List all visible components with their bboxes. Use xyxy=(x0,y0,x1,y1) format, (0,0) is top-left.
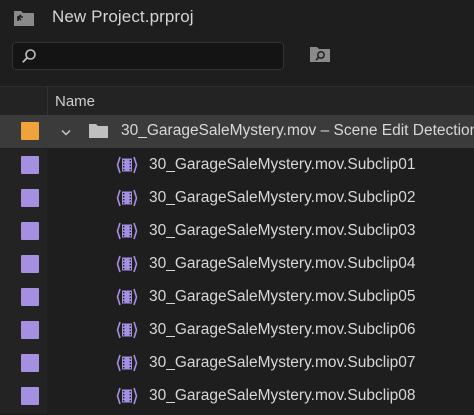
label-cell xyxy=(0,215,47,248)
subclip-row[interactable]: 30_GarageSaleMystery.mov.Subclip05 xyxy=(0,281,474,314)
search-icon xyxy=(21,48,37,64)
label-cell xyxy=(0,182,47,215)
label-cell xyxy=(0,115,47,148)
label-cell xyxy=(0,347,47,380)
label-cell xyxy=(0,380,47,413)
clip-label-swatch[interactable] xyxy=(21,354,39,372)
subclip-icon xyxy=(116,320,138,340)
project-panel: New Project.prproj Name 30_GarageSaleMys… xyxy=(0,0,474,415)
subclip-name: 30_GarageSaleMystery.mov.Subclip01 xyxy=(149,156,416,173)
bin-folder-row[interactable]: 30_GarageSaleMystery.mov – Scene Edit De… xyxy=(0,115,474,148)
clip-label-swatch[interactable] xyxy=(21,156,39,174)
column-header-row: Name xyxy=(0,86,474,115)
subclip-row[interactable]: 30_GarageSaleMystery.mov.Subclip02 xyxy=(0,182,474,215)
chevron-down-icon[interactable] xyxy=(60,125,72,136)
navigate-up-icon[interactable] xyxy=(12,8,36,28)
clip-label-swatch[interactable] xyxy=(21,255,39,273)
subclip-name: 30_GarageSaleMystery.mov.Subclip08 xyxy=(149,387,416,404)
subclip-row[interactable]: 30_GarageSaleMystery.mov.Subclip01 xyxy=(0,149,474,182)
project-title: New Project.prproj xyxy=(52,7,194,26)
find-icon[interactable] xyxy=(309,44,331,64)
subclip-icon xyxy=(116,188,138,208)
subclip-icon xyxy=(116,287,138,307)
clip-label-swatch[interactable] xyxy=(21,321,39,339)
subclip-row[interactable]: 30_GarageSaleMystery.mov.Subclip07 xyxy=(0,347,474,380)
clip-label-swatch[interactable] xyxy=(21,288,39,306)
subclip-row[interactable]: 30_GarageSaleMystery.mov.Subclip03 xyxy=(0,215,474,248)
subclip-name: 30_GarageSaleMystery.mov.Subclip06 xyxy=(149,321,416,338)
label-cell xyxy=(0,281,47,314)
subclip-name: 30_GarageSaleMystery.mov.Subclip03 xyxy=(149,222,416,239)
subclip-icon xyxy=(116,155,138,175)
subclip-icon xyxy=(116,353,138,373)
subclip-row[interactable]: 30_GarageSaleMystery.mov.Subclip06 xyxy=(0,314,474,347)
clip-label-swatch[interactable] xyxy=(21,222,39,240)
bin-folder-icon xyxy=(88,122,109,139)
subclip-name: 30_GarageSaleMystery.mov.Subclip04 xyxy=(149,255,416,272)
project-item-list: Name 30_GarageSaleMystery.mov – Scene Ed… xyxy=(0,86,474,415)
subclip-name: 30_GarageSaleMystery.mov.Subclip02 xyxy=(149,189,416,206)
subclip-icon xyxy=(116,386,138,406)
subclip-row[interactable]: 30_GarageSaleMystery.mov.Subclip08 xyxy=(0,380,474,413)
subclip-name: 30_GarageSaleMystery.mov.Subclip05 xyxy=(149,288,416,305)
folder-label-swatch[interactable] xyxy=(21,122,39,140)
folder-name: 30_GarageSaleMystery.mov – Scene Edit De… xyxy=(121,122,474,139)
subclip-row[interactable]: 30_GarageSaleMystery.mov.Subclip04 xyxy=(0,248,474,281)
search-input[interactable] xyxy=(43,46,277,68)
subclip-icon xyxy=(116,221,138,241)
label-cell xyxy=(0,248,47,281)
label-cell xyxy=(0,314,47,347)
label-cell xyxy=(0,149,47,182)
subclip-icon xyxy=(116,254,138,274)
clip-label-swatch[interactable] xyxy=(21,189,39,207)
clip-label-swatch[interactable] xyxy=(21,387,39,405)
name-column-header[interactable]: Name xyxy=(55,93,95,110)
subclip-name: 30_GarageSaleMystery.mov.Subclip07 xyxy=(149,354,416,371)
panel-titlebar: New Project.prproj xyxy=(0,0,474,36)
search-box[interactable] xyxy=(12,42,284,70)
label-column-header[interactable] xyxy=(0,87,48,115)
